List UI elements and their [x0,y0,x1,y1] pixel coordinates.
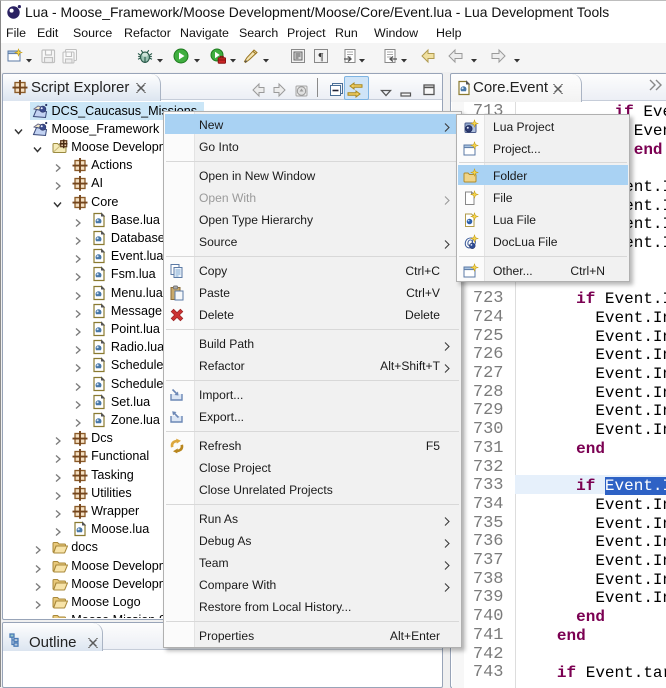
svg-text:¶: ¶ [319,51,324,63]
